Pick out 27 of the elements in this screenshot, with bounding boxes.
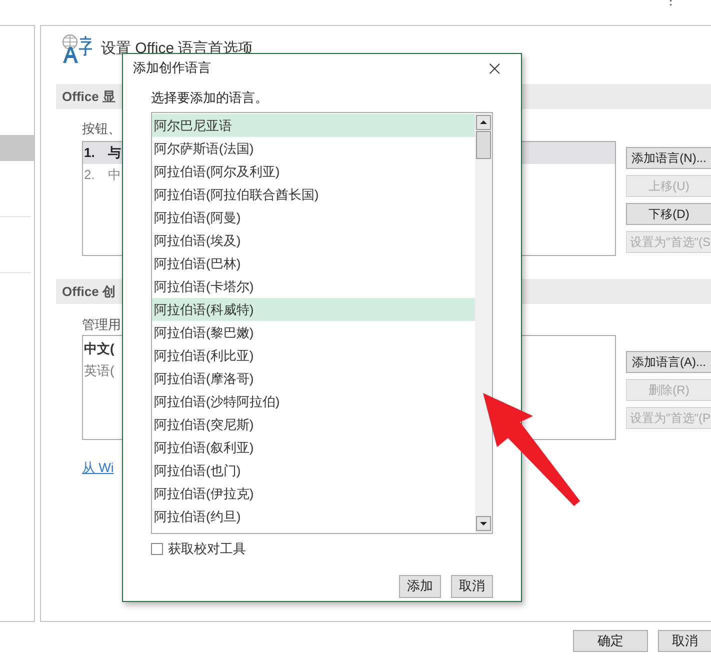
dialog-title: 添加创作语言 xyxy=(133,59,211,78)
scroll-down-icon[interactable] xyxy=(476,516,491,531)
language-name: 与 xyxy=(108,144,121,162)
dialog-button[interactable]: 添加 xyxy=(399,574,441,598)
scroll-thumb[interactable] xyxy=(476,131,491,159)
dialog-prompt: 选择要添加的语言。 xyxy=(151,90,269,106)
more-icon[interactable] xyxy=(669,0,672,7)
footer-button[interactable]: 确定 xyxy=(573,630,648,652)
language-option[interactable]: 阿尔巴尼亚语 xyxy=(152,114,475,137)
language-number: 1. xyxy=(83,144,96,162)
dialog-button[interactable]: 取消 xyxy=(451,574,493,598)
close-button[interactable]: × xyxy=(486,58,503,78)
side-button[interactable]: 添加语言(N)... xyxy=(626,147,711,169)
language-name: 中 xyxy=(108,166,121,184)
language-icon xyxy=(61,34,93,64)
side-button[interactable]: 添加语言(A)... xyxy=(626,351,711,373)
language-number: 2. xyxy=(83,166,96,184)
checkbox-label: 获取校对工具 xyxy=(168,540,246,558)
checkbox[interactable] xyxy=(151,542,163,555)
section-description: 管理用 xyxy=(82,317,121,333)
windows-link[interactable]: 从 Wi xyxy=(82,458,114,478)
language-option[interactable]: 阿拉伯语(科威特) xyxy=(152,298,475,321)
section-description: 按钮、 xyxy=(82,121,121,137)
footer-button[interactable]: 取消 xyxy=(658,630,711,652)
scroll-up-icon[interactable] xyxy=(476,115,491,130)
scrollbar[interactable] xyxy=(475,113,492,533)
side-button[interactable]: 下移(D) xyxy=(626,203,711,225)
